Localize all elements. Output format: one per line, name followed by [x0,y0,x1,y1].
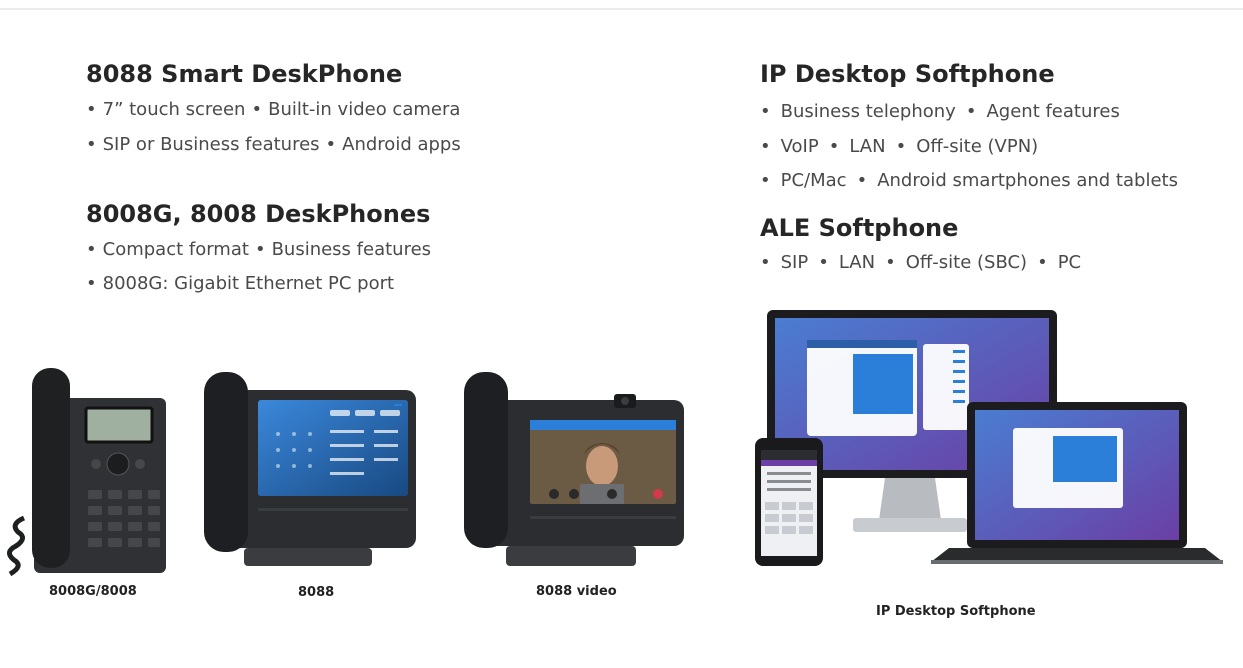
caption-ip-desktop-softphone: IP Desktop Softphone [876,604,1036,619]
bullet: • [1037,252,1048,273]
feature-text: LAN [849,136,886,157]
bullet: • [818,252,829,273]
feature-line: • Compact format • Business features [86,239,431,260]
feature-text: Business telephony [780,101,956,122]
feature-text: VoIP [780,136,819,157]
feature-text: 7” touch screen [102,99,246,120]
feature-text: Built-in video camera [268,99,461,120]
feature-text: Android smartphones and tablets [877,170,1178,191]
feature-line: • VoIP • LAN • Off-site (VPN) [760,136,1038,157]
caption-8088: 8088 [298,585,335,600]
feature-line: • PC/Mac • Android smartphones and tablets [760,170,1178,191]
bullet: • [760,136,771,157]
bullet: • [760,252,771,273]
heading-ale-softphone: ALE Softphone [760,214,959,242]
bullet: • [895,136,907,157]
feature-text: SIP [780,252,809,273]
feature-text: LAN [838,252,876,273]
feature-line: • 7” touch screen • Built-in video camera [86,99,460,120]
feature-text: Compact format [102,239,249,260]
feature-line: • SIP or Business features • Android apps [86,134,461,155]
caption-8008: 8008G/8008 [49,584,137,599]
heading-8008-deskphones: 8008G, 8008 DeskPhones [86,200,431,228]
bullet: • [86,239,97,260]
feature-text: PC/Mac [780,170,847,191]
bullet: • [760,170,771,191]
caption-8088-video: 8088 video [536,584,617,599]
feature-text: Off-site (VPN) [916,136,1039,157]
heading-ip-desktop-softphone: IP Desktop Softphone [760,60,1055,88]
feature-text: 8008G: Gigabit Ethernet PC port [102,273,395,294]
bullet: • [828,136,840,157]
bullet: • [965,101,977,122]
bullet: • [251,99,263,120]
feature-line: • SIP • LAN • Off-site (SBC) • PC [760,252,1081,273]
softphone-devices-image [755,310,1223,566]
top-divider [0,8,1243,10]
feature-text: PC [1057,252,1082,273]
feature-text: Business features [271,239,432,260]
feature-text: Off-site (SBC) [905,252,1028,273]
bullet: • [86,99,97,120]
feature-text: SIP or Business features [102,134,320,155]
feature-line: • Business telephony • Agent features [760,101,1120,122]
deskphone-8088-video-image [464,372,684,566]
bullet: • [86,134,97,155]
bullet: • [254,239,266,260]
bullet: • [856,170,868,191]
bullet: • [325,134,337,155]
heading-8088-smart-deskphone: 8088 Smart DeskPhone [86,60,403,88]
deskphone-8088-image [204,372,416,566]
bullet: • [86,273,97,294]
feature-text: Android apps [342,134,461,155]
bullet: • [760,101,771,122]
feature-text: Agent features [986,101,1120,122]
bullet: • [885,252,896,273]
deskphone-8008-image [7,368,166,577]
feature-line: • 8008G: Gigabit Ethernet PC port [86,273,394,294]
